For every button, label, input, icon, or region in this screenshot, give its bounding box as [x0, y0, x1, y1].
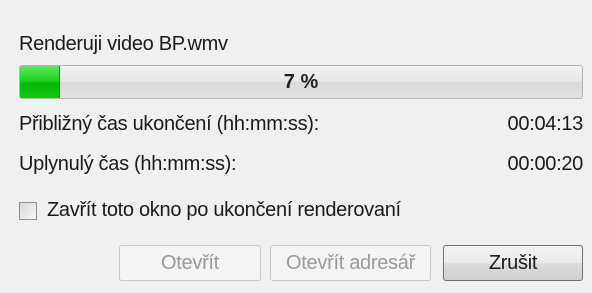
- open-folder-button[interactable]: Otevřít adresář: [270, 245, 431, 281]
- elapsed-row: Uplynulý čas (hh:mm:ss): 00:00:20: [19, 153, 583, 179]
- cancel-button[interactable]: Zrušit: [443, 245, 583, 281]
- close-after-render-checkbox[interactable]: [19, 202, 37, 220]
- render-status-text: Renderuji video BP.wmv: [19, 33, 228, 55]
- elapsed-value: 00:00:20: [507, 153, 584, 175]
- eta-value: 00:04:13: [507, 113, 584, 135]
- close-after-render-label[interactable]: Zavřít toto okno po ukončení renderovaní: [47, 199, 401, 222]
- progress-percent-label: 7 %: [283, 71, 319, 93]
- eta-label: Přibližný čas ukončení (hh:mm:ss):: [19, 113, 319, 135]
- elapsed-label: Uplynulý čas (hh:mm:ss):: [19, 153, 237, 175]
- render-progress-bar: 7 %: [19, 65, 583, 99]
- open-button[interactable]: Otevřít: [119, 245, 261, 281]
- eta-row: Přibližný čas ukončení (hh:mm:ss): 00:04…: [19, 113, 583, 139]
- render-progress-dialog: Renderuji video BP.wmv 7 % Přibližný čas…: [0, 0, 592, 293]
